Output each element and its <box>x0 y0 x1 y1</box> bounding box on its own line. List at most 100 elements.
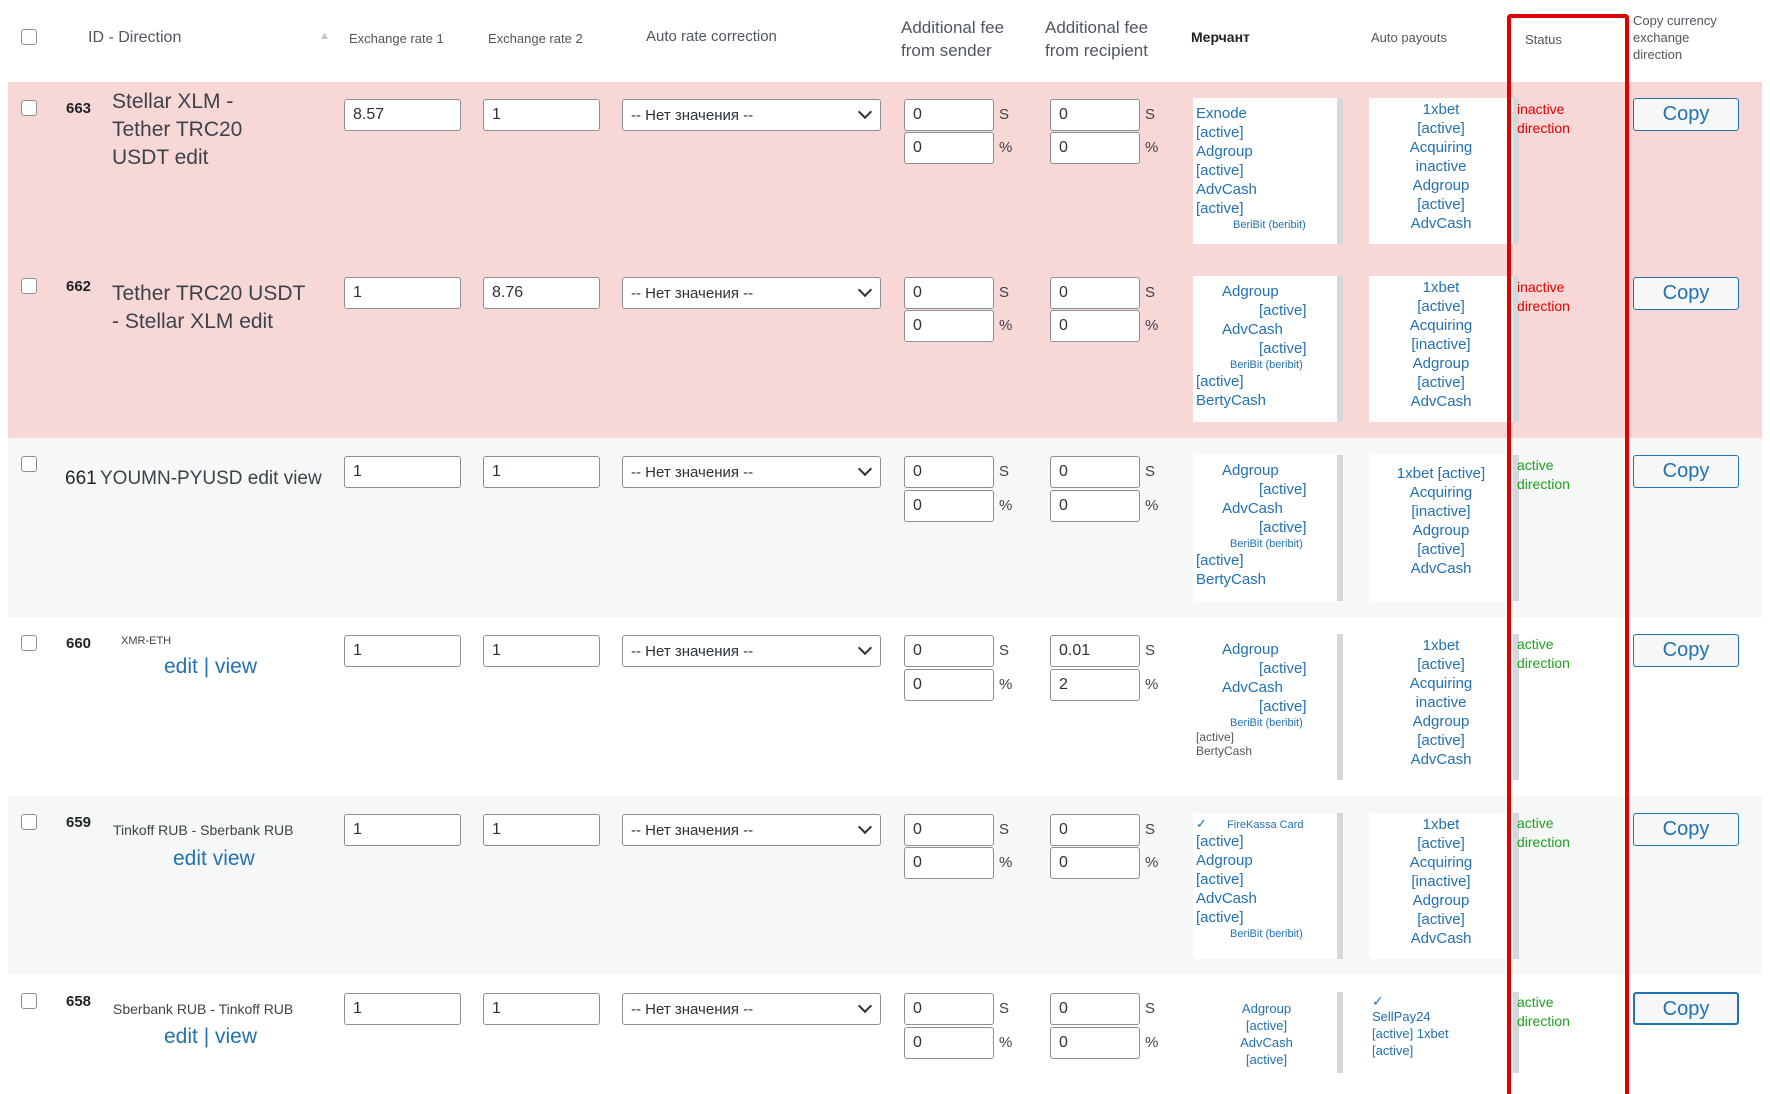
payout-item[interactable]: Acquiring <box>1369 674 1513 693</box>
merchant-item[interactable]: Exnode <box>1196 104 1337 123</box>
payout-item[interactable]: 1xbet <box>1369 278 1513 297</box>
exchange-rate-2-input[interactable]: 1 <box>483 99 600 131</box>
merchant-item[interactable]: Adgroup <box>1196 851 1337 870</box>
merchant-item-small[interactable]: BeriBit (beribit) <box>1196 537 1337 551</box>
fee-recipient-pct-input[interactable]: 0 <box>1050 847 1140 879</box>
fee-sender-abs-input[interactable]: 0 <box>904 814 994 846</box>
merchant-item[interactable]: Adgroup <box>1196 640 1337 659</box>
fee-recipient-pct-input[interactable]: 2 <box>1050 669 1140 701</box>
fee-sender-abs-input[interactable]: 0 <box>904 635 994 667</box>
merchant-item[interactable]: BertyCash <box>1196 391 1337 410</box>
payout-item[interactable]: 1xbet [active] <box>1369 464 1513 483</box>
select-all-checkbox[interactable] <box>21 29 37 45</box>
fee-sender-pct-input[interactable]: 0 <box>904 490 994 522</box>
fee-recipient-abs-input[interactable]: 0.01 <box>1050 635 1140 667</box>
merchant-item[interactable]: BertyCash <box>1196 744 1337 758</box>
merchant-item[interactable]: Adgroup <box>1196 1000 1337 1017</box>
exchange-rate-2-input[interactable]: 1 <box>483 635 600 667</box>
exchange-rate-1-input[interactable]: 8.57 <box>344 99 461 131</box>
checkmark-icon[interactable]: ✓ <box>1372 994 1513 1008</box>
merchant-item[interactable]: Adgroup <box>1196 142 1337 161</box>
auto-payouts-list[interactable]: ✓ SellPay24 [active] 1xbet [active] <box>1369 992 1519 1073</box>
payout-item[interactable]: AdvCash <box>1369 750 1513 769</box>
fee-sender-abs-input[interactable]: 0 <box>904 456 994 488</box>
exchange-rate-1-input[interactable]: 1 <box>344 277 461 309</box>
auto-rate-correction-select[interactable]: -- Нет значения -- <box>622 635 881 667</box>
payout-item[interactable]: 1xbet <box>1369 100 1513 119</box>
auto-payouts-list[interactable]: 1xbet [active] Acquiring [inactive] Adgr… <box>1369 455 1519 601</box>
auto-payouts-list[interactable]: 1xbet [active] Acquiring inactive Adgrou… <box>1369 98 1519 244</box>
auto-rate-correction-select[interactable]: -- Нет значения -- <box>622 993 881 1025</box>
view-link[interactable]: view <box>215 655 257 678</box>
copy-button[interactable]: Copy <box>1633 634 1739 667</box>
row-checkbox[interactable] <box>21 278 37 294</box>
copy-button[interactable]: Copy <box>1633 98 1739 131</box>
edit-view-link[interactable]: edit view <box>173 847 255 871</box>
fee-recipient-abs-input[interactable]: 0 <box>1050 814 1140 846</box>
payout-item[interactable]: Adgroup <box>1369 712 1513 731</box>
merchant-item[interactable]: Adgroup <box>1196 461 1337 480</box>
fee-sender-abs-input[interactable]: 0 <box>904 993 994 1025</box>
fee-recipient-abs-input[interactable]: 0 <box>1050 277 1140 309</box>
exchange-rate-2-input[interactable]: 1 <box>483 993 600 1025</box>
merchant-item[interactable]: AdvCash <box>1196 499 1337 518</box>
merchant-item-small[interactable]: BeriBit (beribit) <box>1196 716 1337 730</box>
merchant-item[interactable]: AdvCash <box>1196 889 1337 908</box>
merchant-item-small[interactable]: BeriBit (beribit) <box>1196 927 1337 941</box>
row-checkbox[interactable] <box>21 100 37 116</box>
payout-item[interactable]: SellPay24 <box>1372 1008 1513 1025</box>
payout-item[interactable]: AdvCash <box>1369 392 1513 411</box>
fee-recipient-pct-input[interactable]: 0 <box>1050 132 1140 164</box>
copy-button[interactable]: Copy <box>1633 277 1739 310</box>
auto-payouts-list[interactable]: 1xbet [active] Acquiring inactive Adgrou… <box>1369 634 1519 780</box>
merchant-list[interactable]: Adgroup [active] AdvCash [active] BeriBi… <box>1193 455 1343 601</box>
direction-name[interactable]: YOUMN-PYUSD edit view <box>100 468 322 490</box>
merchant-list[interactable]: Adgroup [active] AdvCash [active] BeriBi… <box>1193 634 1343 780</box>
payout-item[interactable]: Acquiring <box>1369 138 1513 157</box>
merchant-list[interactable]: ✓ FireKassa Card [active] Adgroup [activ… <box>1193 813 1343 959</box>
payout-item[interactable]: AdvCash <box>1369 929 1513 948</box>
fee-sender-pct-input[interactable]: 0 <box>904 669 994 701</box>
fee-recipient-pct-input[interactable]: 0 <box>1050 310 1140 342</box>
merchant-list[interactable]: Exnode [active] Adgroup [active] AdvCash… <box>1193 98 1343 244</box>
payout-item[interactable]: Acquiring <box>1369 483 1513 502</box>
payout-item[interactable]: 1xbet <box>1369 636 1513 655</box>
direction-line2[interactable]: - Stellar XLM edit <box>112 308 305 336</box>
merchant-item-small[interactable]: BeriBit (beribit) <box>1196 358 1337 372</box>
row-checkbox[interactable] <box>21 993 37 1009</box>
merchant-list[interactable]: Adgroup [active] AdvCash [active] <box>1193 992 1343 1073</box>
merchant-item[interactable]: AdvCash <box>1196 678 1337 697</box>
auto-payouts-list[interactable]: 1xbet [active] Acquiring [inactive] Adgr… <box>1369 276 1519 422</box>
payout-item[interactable]: Acquiring <box>1369 316 1513 335</box>
copy-button[interactable]: Copy <box>1633 813 1739 846</box>
fee-sender-abs-input[interactable]: 0 <box>904 277 994 309</box>
view-link[interactable]: view <box>215 1025 257 1048</box>
payout-item[interactable]: [active] 1xbet <box>1372 1025 1513 1042</box>
direction-line3[interactable]: USDT edit <box>112 144 242 172</box>
exchange-rate-1-input[interactable]: 1 <box>344 993 461 1025</box>
fee-sender-pct-input[interactable]: 0 <box>904 310 994 342</box>
payout-item[interactable]: Adgroup <box>1369 521 1513 540</box>
merchant-item[interactable]: BertyCash <box>1196 570 1337 589</box>
copy-button[interactable]: Copy <box>1633 455 1739 488</box>
payout-item[interactable]: Adgroup <box>1369 354 1513 373</box>
exchange-rate-1-input[interactable]: 1 <box>344 635 461 667</box>
sort-icon[interactable]: ▲ <box>319 28 330 45</box>
payout-item[interactable]: Adgroup <box>1369 891 1513 910</box>
auto-rate-correction-select[interactable]: -- Нет значения -- <box>622 277 881 309</box>
row-checkbox[interactable] <box>21 814 37 830</box>
fee-sender-pct-input[interactable]: 0 <box>904 847 994 879</box>
fee-recipient-abs-input[interactable]: 0 <box>1050 993 1140 1025</box>
exchange-rate-2-input[interactable]: 8.76 <box>483 277 600 309</box>
edit-link[interactable]: edit <box>164 655 198 678</box>
fee-recipient-abs-input[interactable]: 0 <box>1050 99 1140 131</box>
edit-link[interactable]: edit <box>164 1025 198 1048</box>
fee-recipient-pct-input[interactable]: 0 <box>1050 1027 1140 1059</box>
merchant-item-small[interactable]: BeriBit (beribit) <box>1196 218 1337 232</box>
row-checkbox[interactable] <box>21 456 37 472</box>
auto-rate-correction-select[interactable]: -- Нет значения -- <box>622 814 881 846</box>
auto-rate-correction-select[interactable]: -- Нет значения -- <box>622 456 881 488</box>
exchange-rate-1-input[interactable]: 1 <box>344 456 461 488</box>
exchange-rate-2-input[interactable]: 1 <box>483 456 600 488</box>
merchant-item[interactable]: AdvCash <box>1196 320 1337 339</box>
